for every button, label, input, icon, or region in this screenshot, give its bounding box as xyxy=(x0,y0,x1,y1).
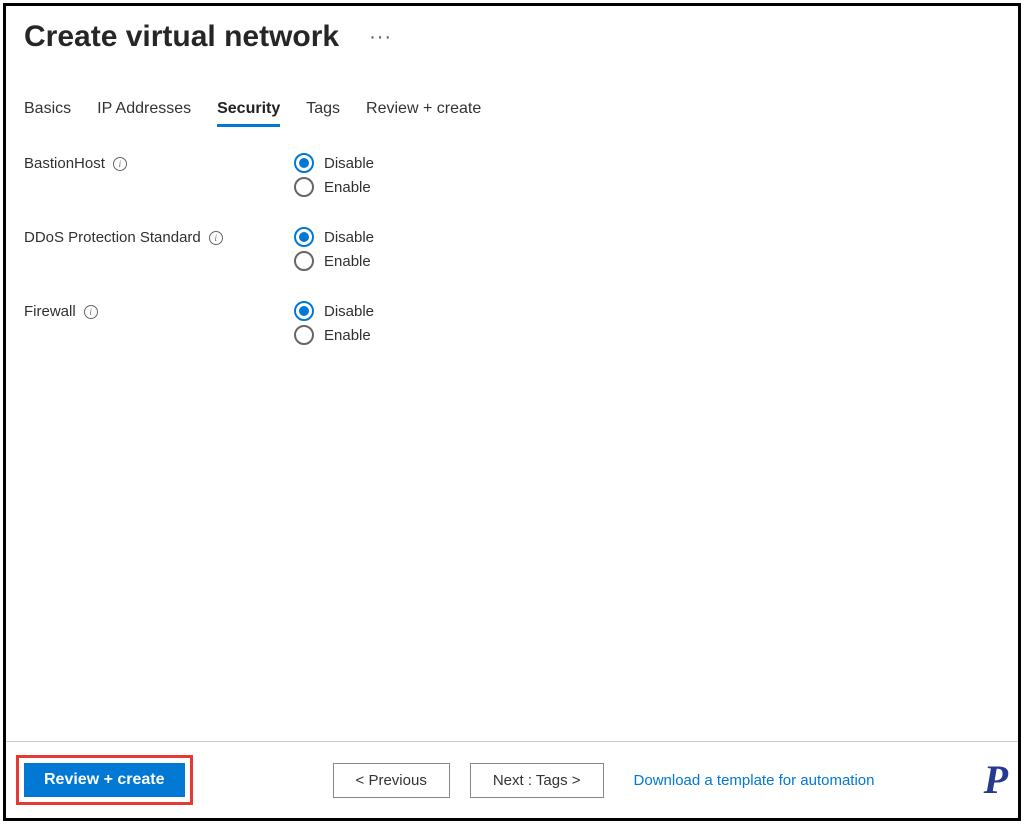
header: Create virtual network ··· xyxy=(6,6,1018,60)
next-button[interactable]: Next : Tags > xyxy=(470,763,604,798)
radio-label: Disable xyxy=(324,229,374,246)
tab-tags[interactable]: Tags xyxy=(306,100,340,127)
download-template-link[interactable]: Download a template for automation xyxy=(634,772,875,789)
previous-button[interactable]: < Previous xyxy=(333,763,450,798)
ddos-radio-group: Disable Enable xyxy=(294,227,374,271)
radio-label: Disable xyxy=(324,155,374,172)
bastionhost-row: BastionHost i Disable Enable xyxy=(24,153,1000,197)
firewall-disable-radio[interactable]: Disable xyxy=(294,301,374,321)
firewall-row: Firewall i Disable Enable xyxy=(24,301,1000,345)
firewall-enable-radio[interactable]: Enable xyxy=(294,325,374,345)
bastionhost-radio-group: Disable Enable xyxy=(294,153,374,197)
ddos-enable-radio[interactable]: Enable xyxy=(294,251,374,271)
tab-security[interactable]: Security xyxy=(217,100,280,127)
ddos-label: DDoS Protection Standard xyxy=(24,229,201,246)
review-create-highlight: Review + create xyxy=(16,755,193,805)
brand-logo: P xyxy=(984,756,1006,803)
review-create-button[interactable]: Review + create xyxy=(24,763,185,797)
ddos-disable-radio[interactable]: Disable xyxy=(294,227,374,247)
info-icon[interactable]: i xyxy=(209,231,223,245)
tab-bar: Basics IP Addresses Security Tags Review… xyxy=(6,60,1018,127)
bastionhost-disable-radio[interactable]: Disable xyxy=(294,153,374,173)
security-form: BastionHost i Disable Enable DDoS Protec… xyxy=(6,127,1018,345)
radio-label: Enable xyxy=(324,253,371,270)
bastionhost-label: BastionHost xyxy=(24,155,105,172)
tab-ip-addresses[interactable]: IP Addresses xyxy=(97,100,191,127)
tab-review-create[interactable]: Review + create xyxy=(366,100,481,127)
bastionhost-label-cell: BastionHost i xyxy=(24,153,284,172)
radio-unselected-icon xyxy=(294,325,314,345)
radio-label: Disable xyxy=(324,303,374,320)
info-icon[interactable]: i xyxy=(84,305,98,319)
radio-selected-icon xyxy=(294,153,314,173)
create-vnet-window: Create virtual network ··· Basics IP Add… xyxy=(3,3,1021,821)
firewall-label: Firewall xyxy=(24,303,76,320)
radio-label: Enable xyxy=(324,327,371,344)
bastionhost-enable-radio[interactable]: Enable xyxy=(294,177,374,197)
radio-selected-icon xyxy=(294,227,314,247)
radio-selected-icon xyxy=(294,301,314,321)
ddos-row: DDoS Protection Standard i Disable Enabl… xyxy=(24,227,1000,271)
radio-unselected-icon xyxy=(294,177,314,197)
radio-unselected-icon xyxy=(294,251,314,271)
footer-bar: Review + create < Previous Next : Tags >… xyxy=(6,741,1018,818)
firewall-radio-group: Disable Enable xyxy=(294,301,374,345)
firewall-label-cell: Firewall i xyxy=(24,301,284,320)
more-actions-icon[interactable]: ··· xyxy=(369,26,392,49)
radio-label: Enable xyxy=(324,179,371,196)
info-icon[interactable]: i xyxy=(113,157,127,171)
ddos-label-cell: DDoS Protection Standard i xyxy=(24,227,284,246)
tab-basics[interactable]: Basics xyxy=(24,100,71,127)
page-title: Create virtual network xyxy=(24,20,339,54)
